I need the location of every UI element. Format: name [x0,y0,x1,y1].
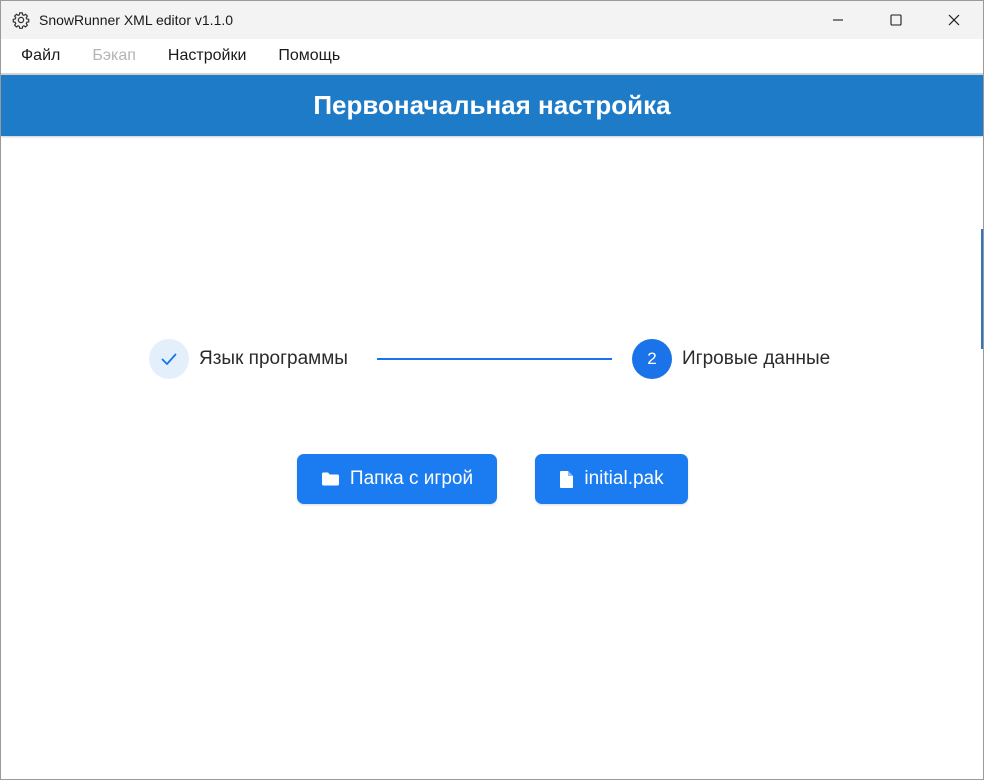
menu-file[interactable]: Файл [9,38,80,74]
maximize-button[interactable] [867,1,925,39]
initial-pak-label: initial.pak [584,468,664,489]
window-controls [809,1,983,39]
menu-bar: Файл Бэкап Настройки Помощь [1,39,983,75]
page-title: Первоначальная настройка [313,90,671,120]
folder-icon [321,471,340,487]
step-active-indicator: 2 [632,339,672,379]
close-icon [948,14,960,26]
minimize-icon [833,19,843,21]
close-button[interactable] [925,1,983,39]
check-icon [161,353,177,365]
step-done-indicator [149,339,189,379]
window-edge-accent [981,229,983,349]
step-language: Язык программы [149,339,348,379]
window-title: SnowRunner XML editor v1.1.0 [39,12,234,28]
minimize-button[interactable] [809,1,867,39]
maximize-icon [890,14,902,26]
game-folder-button[interactable]: Папка с игрой [297,454,497,504]
step-game-data: 2 Игровые данные [632,339,830,379]
file-icon [559,470,574,489]
menu-help[interactable]: Помощь [266,38,360,74]
menu-backup: Бэкап [92,47,136,64]
page-header: Первоначальная настройка [1,75,983,136]
step-number: 2 [647,349,657,368]
step-connector [377,358,612,360]
step-language-label: Язык программы [199,348,348,369]
initial-pak-button[interactable]: initial.pak [535,454,688,504]
setup-stepper: Язык программы 2 Игровые данные [149,339,849,379]
step-game-data-label: Игровые данные [682,348,831,369]
gear-icon [12,11,30,29]
title-bar[interactable]: SnowRunner XML editor v1.1.0 [1,1,983,39]
app-window: SnowRunner XML editor v1.1.0 Файл Бэкап … [0,0,984,780]
menu-settings[interactable]: Настройки [156,38,266,74]
game-folder-label: Папка с игрой [349,468,474,489]
